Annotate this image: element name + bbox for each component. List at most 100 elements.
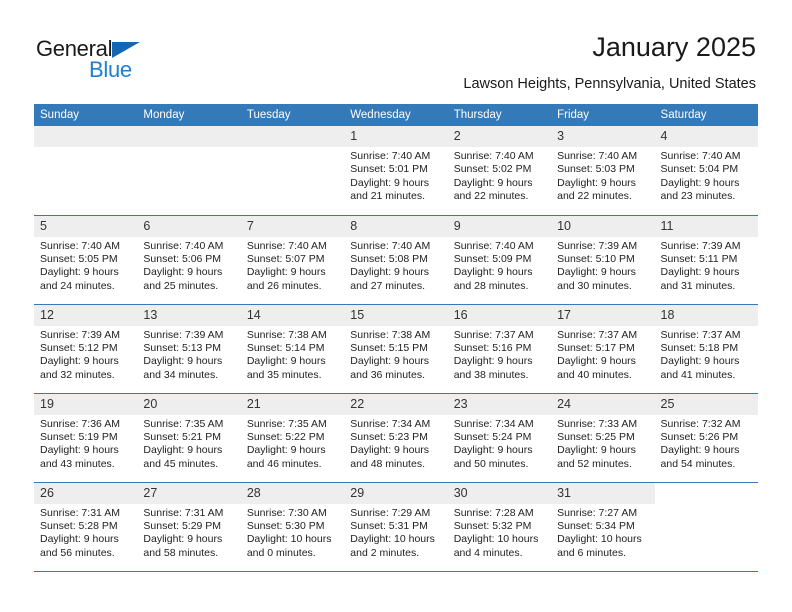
day-sunrise-text: Sunrise: 7:29 AM bbox=[350, 506, 431, 519]
calendar-day-cell[interactable]: 17 Sunrise: 7:37 AM Sunset: 5:17 PM Dayligh… bbox=[551, 304, 655, 394]
calendar-day-cell[interactable]: 11 Sunrise: 7:39 AM Sunset: 5:11 PM Dayligh… bbox=[654, 215, 758, 305]
day-sun-info: Sunrise: 7:34 AM Sunset: 5:24 PM Daylight:… bbox=[448, 415, 551, 472]
calendar-day-cell[interactable]: 27 Sunrise: 7:31 AM Sunset: 5:29 PM Dayligh… bbox=[137, 482, 241, 572]
calendar-table: Sunday Monday Tuesday Wednesday Thursday… bbox=[34, 104, 758, 572]
day-number: 6 bbox=[137, 215, 241, 237]
day-sun-info: Sunrise: 7:32 AM Sunset: 5:26 PM Daylight:… bbox=[655, 415, 758, 472]
day-sunset-text: Sunset: 5:05 PM bbox=[40, 252, 118, 265]
calendar-day-cell[interactable]: 16 Sunrise: 7:37 AM Sunset: 5:16 PM Dayligh… bbox=[447, 304, 552, 394]
calendar-day-cell[interactable]: 9 Sunrise: 7:40 AM Sunset: 5:09 PM Daylight… bbox=[447, 215, 552, 305]
calendar-day-cell[interactable]: 28 Sunrise: 7:30 AM Sunset: 5:30 PM Dayligh… bbox=[240, 482, 345, 572]
calendar-day-cell[interactable]: 23 Sunrise: 7:34 AM Sunset: 5:24 PM Dayligh… bbox=[447, 393, 552, 483]
day-sunset-text: Sunset: 5:17 PM bbox=[557, 341, 635, 354]
day-daylight-text: Daylight: 9 hours bbox=[246, 266, 326, 279]
day-sunset-text: Sunset: 5:11 PM bbox=[660, 252, 738, 265]
day-sunset-text: Sunset: 5:12 PM bbox=[40, 341, 118, 354]
day-sun-info: Sunrise: 7:33 AM Sunset: 5:25 PM Daylight:… bbox=[551, 415, 654, 472]
day-daylight-text: and 32 minutes. bbox=[40, 368, 115, 381]
calendar-day-cell[interactable]: 2 Sunrise: 7:40 AM Sunset: 5:02 PM Daylight… bbox=[447, 126, 552, 216]
day-number: 21 bbox=[240, 393, 345, 415]
calendar-day-cell-empty bbox=[34, 126, 138, 216]
calendar-day-cell-empty bbox=[654, 482, 758, 572]
day-daylight-text: and 45 minutes. bbox=[143, 457, 219, 470]
day-sunrise-text: Sunrise: 7:39 AM bbox=[143, 328, 224, 341]
day-number: 17 bbox=[551, 304, 655, 326]
day-sun-info: Sunrise: 7:40 AM Sunset: 5:06 PM Daylight:… bbox=[137, 237, 240, 294]
calendar-day-cell[interactable]: 10 Sunrise: 7:39 AM Sunset: 5:10 PM Dayligh… bbox=[551, 215, 655, 305]
day-sunset-text: Sunset: 5:06 PM bbox=[143, 252, 222, 265]
calendar-day-cell[interactable]: 7 Sunrise: 7:40 AM Sunset: 5:07 PM Daylight… bbox=[240, 215, 345, 305]
day-sunset-text: Sunset: 5:10 PM bbox=[557, 252, 635, 265]
calendar-day-cell[interactable]: 4 Sunrise: 7:40 AM Sunset: 5:04 PM Daylight… bbox=[654, 126, 758, 216]
calendar-day-cell[interactable]: 6 Sunrise: 7:40 AM Sunset: 5:06 PM Daylight… bbox=[137, 215, 241, 305]
day-number: 30 bbox=[447, 482, 552, 504]
day-sunrise-text: Sunrise: 7:28 AM bbox=[453, 506, 534, 519]
weekday-header-wednesday: Wednesday bbox=[344, 104, 448, 126]
calendar-day-cell[interactable]: 14 Sunrise: 7:38 AM Sunset: 5:14 PM Dayligh… bbox=[240, 304, 345, 394]
day-sunrise-text: Sunrise: 7:40 AM bbox=[143, 239, 224, 252]
day-sun-info: Sunrise: 7:39 AM Sunset: 5:10 PM Daylight:… bbox=[551, 237, 654, 294]
calendar-day-cell[interactable]: 20 Sunrise: 7:35 AM Sunset: 5:21 PM Dayligh… bbox=[137, 393, 241, 483]
day-daylight-text: and 35 minutes. bbox=[246, 368, 322, 381]
day-sun-info: Sunrise: 7:30 AM Sunset: 5:30 PM Daylight:… bbox=[241, 504, 344, 561]
calendar-day-cell[interactable]: 26 Sunrise: 7:31 AM Sunset: 5:28 PM Dayligh… bbox=[34, 482, 138, 572]
day-sunset-text: Sunset: 5:24 PM bbox=[453, 430, 532, 443]
day-sunset-text: Sunset: 5:19 PM bbox=[40, 430, 118, 443]
calendar-day-cell[interactable]: 5 Sunrise: 7:40 AM Sunset: 5:05 PM Daylight… bbox=[34, 215, 138, 305]
calendar-day-cell[interactable]: 15 Sunrise: 7:38 AM Sunset: 5:15 PM Dayligh… bbox=[344, 304, 448, 394]
day-sun-info: Sunrise: 7:29 AM Sunset: 5:31 PM Daylight:… bbox=[344, 504, 447, 561]
day-daylight-text: Daylight: 9 hours bbox=[660, 176, 740, 189]
day-sunset-text: Sunset: 5:34 PM bbox=[557, 519, 635, 532]
calendar-day-cell-empty bbox=[240, 126, 345, 216]
day-daylight-text: and 23 minutes. bbox=[660, 190, 736, 203]
day-daylight-text: Daylight: 9 hours bbox=[557, 176, 636, 189]
day-number: 20 bbox=[137, 393, 241, 415]
day-sunset-text: Sunset: 5:13 PM bbox=[143, 341, 222, 354]
day-sunset-text: Sunset: 5:30 PM bbox=[246, 519, 325, 532]
day-number: 18 bbox=[654, 304, 758, 326]
page-subtitle-location: Lawson Heights, Pennsylvania, United Sta… bbox=[463, 76, 756, 92]
calendar-day-cell[interactable]: 29 Sunrise: 7:29 AM Sunset: 5:31 PM Dayligh… bbox=[344, 482, 448, 572]
day-daylight-text: Daylight: 9 hours bbox=[453, 176, 533, 189]
calendar-body: 1 Sunrise: 7:40 AM Sunset: 5:01 PM Daylight… bbox=[34, 126, 758, 572]
day-sun-info: Sunrise: 7:40 AM Sunset: 5:04 PM Daylight:… bbox=[655, 147, 758, 204]
day-sunrise-text: Sunrise: 7:34 AM bbox=[453, 417, 534, 430]
calendar-day-cell[interactable]: 30 Sunrise: 7:28 AM Sunset: 5:32 PM Dayligh… bbox=[447, 482, 552, 572]
day-sun-info: Sunrise: 7:40 AM Sunset: 5:02 PM Daylight:… bbox=[448, 147, 551, 204]
day-number bbox=[34, 126, 138, 147]
day-sunrise-text: Sunrise: 7:37 AM bbox=[453, 328, 534, 341]
day-daylight-text: and 6 minutes. bbox=[557, 546, 626, 559]
day-sun-info: Sunrise: 7:35 AM Sunset: 5:21 PM Daylight:… bbox=[137, 415, 240, 472]
day-daylight-text: Daylight: 9 hours bbox=[40, 355, 119, 368]
calendar-day-cell[interactable]: 1 Sunrise: 7:40 AM Sunset: 5:01 PM Daylight… bbox=[344, 126, 448, 216]
day-sun-info: Sunrise: 7:38 AM Sunset: 5:14 PM Daylight:… bbox=[241, 326, 344, 383]
calendar-day-cell[interactable]: 3 Sunrise: 7:40 AM Sunset: 5:03 PM Daylight… bbox=[551, 126, 655, 216]
calendar-day-cell[interactable]: 8 Sunrise: 7:40 AM Sunset: 5:08 PM Daylight… bbox=[344, 215, 448, 305]
day-daylight-text: Daylight: 9 hours bbox=[143, 533, 223, 546]
day-number: 12 bbox=[34, 304, 138, 326]
calendar-day-cell[interactable]: 18 Sunrise: 7:37 AM Sunset: 5:18 PM Dayligh… bbox=[654, 304, 758, 394]
calendar-day-cell[interactable]: 22 Sunrise: 7:34 AM Sunset: 5:23 PM Dayligh… bbox=[344, 393, 448, 483]
calendar-day-cell[interactable]: 31 Sunrise: 7:27 AM Sunset: 5:34 PM Dayligh… bbox=[551, 482, 655, 572]
day-daylight-text: and 27 minutes. bbox=[350, 279, 425, 292]
calendar-day-cell[interactable]: 19 Sunrise: 7:36 AM Sunset: 5:19 PM Dayligh… bbox=[34, 393, 138, 483]
day-number: 25 bbox=[654, 393, 758, 415]
day-sunset-text: Sunset: 5:01 PM bbox=[350, 163, 428, 176]
calendar-day-cell[interactable]: 13 Sunrise: 7:39 AM Sunset: 5:13 PM Dayligh… bbox=[137, 304, 241, 394]
calendar-week-row: 26 Sunrise: 7:31 AM Sunset: 5:28 PM Dayligh… bbox=[34, 482, 758, 572]
calendar-day-cell[interactable]: 24 Sunrise: 7:33 AM Sunset: 5:25 PM Dayligh… bbox=[551, 393, 655, 483]
day-daylight-text: and 41 minutes. bbox=[660, 368, 736, 381]
day-number bbox=[137, 126, 241, 147]
calendar-day-cell[interactable]: 21 Sunrise: 7:35 AM Sunset: 5:22 PM Dayligh… bbox=[240, 393, 345, 483]
calendar-day-cell[interactable]: 12 Sunrise: 7:39 AM Sunset: 5:12 PM Dayligh… bbox=[34, 304, 138, 394]
day-daylight-text: Daylight: 9 hours bbox=[453, 266, 533, 279]
day-sunrise-text: Sunrise: 7:38 AM bbox=[350, 328, 431, 341]
day-daylight-text: Daylight: 9 hours bbox=[143, 355, 223, 368]
calendar-day-cell[interactable]: 25 Sunrise: 7:32 AM Sunset: 5:26 PM Dayligh… bbox=[654, 393, 758, 483]
day-number: 27 bbox=[137, 482, 241, 504]
day-daylight-text: Daylight: 9 hours bbox=[660, 355, 740, 368]
day-sunrise-text: Sunrise: 7:27 AM bbox=[557, 506, 638, 519]
day-sunset-text: Sunset: 5:22 PM bbox=[246, 430, 325, 443]
day-sun-info: Sunrise: 7:34 AM Sunset: 5:23 PM Daylight:… bbox=[344, 415, 447, 472]
day-daylight-text: and 40 minutes. bbox=[557, 368, 632, 381]
